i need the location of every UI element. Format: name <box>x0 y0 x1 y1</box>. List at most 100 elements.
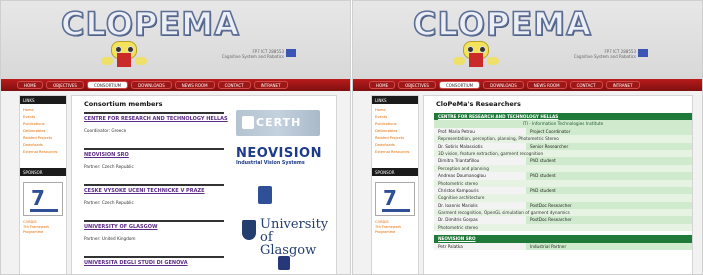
glasgow-logo-text: University of Glasgow <box>260 217 329 258</box>
sponsor-caption: CORDIS 7th Framework Programme <box>375 220 418 235</box>
researchers-page: CLOPEMA FP7 ICT 288553 Cognitive System … <box>352 0 703 275</box>
table-row: Dr. Sotiris Malassiotis Senior Researcher <box>434 142 692 150</box>
sidebar-link-deliverables[interactable]: Deliverables <box>23 128 63 135</box>
nav-contact[interactable]: CONTACT <box>569 81 603 89</box>
clopema-logo[interactable]: CLOPEMA <box>60 4 240 44</box>
robot-mascot-icon <box>453 41 499 73</box>
sponsor-header: SPONSOR <box>372 168 418 176</box>
page-title: CloPeMa's Researchers <box>436 100 521 108</box>
sidebar-link-events[interactable]: Events <box>23 114 63 121</box>
table-row: Dimitra Triantafillou PhD student <box>434 157 692 165</box>
consortium-page: CLOPEMA FP7 ICT 288553 Cognitive System … <box>0 0 351 275</box>
researcher-topics: 3D vision, feature extraction, garment r… <box>434 149 692 158</box>
researcher-topics: Representation, perception, planning, Ph… <box>434 135 692 143</box>
fp7-text: FP7 ICT 288553 Cognitive System and Robo… <box>574 49 636 59</box>
sidebar-link-deliverables[interactable]: Deliverables <box>375 128 415 135</box>
researcher-name: Dimitra Triantafillou <box>434 157 526 165</box>
ctu-logo-icon[interactable] <box>236 182 320 208</box>
sidebar-link-downloads[interactable]: Downloads <box>375 142 415 149</box>
researcher-name: Dr. Sotiris Malassiotis <box>434 142 526 150</box>
nav-intranet[interactable]: INTRANET <box>253 81 288 89</box>
glasgow-logo[interactable]: University of Glasgow <box>236 218 328 257</box>
researcher-name: Christos Kampouris <box>434 186 526 195</box>
member-entry: UNIVERSITY OF GLASGOW Partner: United Ki… <box>84 218 334 257</box>
researcher-role: PostDoc Researcher <box>526 201 692 210</box>
researcher-topics: Cognitive architecture <box>434 194 692 202</box>
nav-consortium[interactable]: CONSORTIUM <box>86 81 129 89</box>
table-row: Petr Palatka Industrial Partner <box>434 242 692 251</box>
researcher-role: PhD student <box>526 186 692 195</box>
fp7-link[interactable]: 7th Framework Programme <box>375 225 418 235</box>
eu-flag-icon <box>286 49 296 57</box>
researcher-name: Prof. Maria Petrou <box>434 127 526 136</box>
genoa-logo-icon[interactable] <box>236 254 320 274</box>
nav-objectives[interactable]: OBJECTIVES <box>398 81 436 89</box>
member-entry: UNIVERSITA DEGLI STUDI DI GENOVA <box>84 256 334 270</box>
member-entry: NEOVISION SRO Partner: Czech Republic NE… <box>84 146 334 172</box>
neovision-logo-subtitle: Industrial Vision Systems <box>236 161 305 166</box>
main-nav: HOME OBJECTIVES CONSORTIUM DOWNLOADS NEW… <box>1 79 350 91</box>
nav-home[interactable]: HOME <box>369 81 396 89</box>
fp7-logo-icon[interactable]: 7 <box>23 182 63 216</box>
sidebar-link-external-resources[interactable]: External Resources <box>375 149 415 156</box>
nav-contact[interactable]: CONTACT <box>217 81 251 89</box>
researchers-table: CENTRE FOR RESEARCH AND TECHNOLOGY HELLA… <box>434 113 692 251</box>
nav-intranet[interactable]: INTRANET <box>605 81 640 89</box>
researcher-name: Andreas Doumanoglou <box>434 172 526 180</box>
researcher-name: Dr. Dimitris Gorpas <box>434 216 526 224</box>
org-header-link[interactable]: NEOVISION SRO <box>434 235 692 243</box>
researcher-name: Petr Palatka <box>434 242 526 251</box>
links-header: LINKS <box>372 96 418 104</box>
nav-news-room[interactable]: NEWS ROOM <box>526 81 567 89</box>
screenshot: CLOPEMA FP7 ICT 288553 Cognitive System … <box>0 0 703 275</box>
nav-news-room[interactable]: NEWS ROOM <box>174 81 215 89</box>
sidebar-link-related-projects[interactable]: Related Projects <box>23 135 63 142</box>
site-header: CLOPEMA FP7 ICT 288553 Cognitive System … <box>1 1 350 79</box>
sidebar-link-events[interactable]: Events <box>375 114 415 121</box>
sidebar-link-external-resources[interactable]: External Resources <box>23 149 63 156</box>
researcher-topics: Photometric stereo <box>434 179 692 187</box>
certh-logo[interactable]: CERTH <box>236 110 320 136</box>
sidebar-link-home[interactable]: Home <box>23 107 63 114</box>
researcher-topics: Perception and planning <box>434 164 692 173</box>
clopema-logo[interactable]: CLOPEMA <box>412 4 592 44</box>
sidebar-link-publications[interactable]: Publications <box>23 121 63 128</box>
researcher-role: PostDoc Researcher <box>526 216 692 224</box>
fp7-programme: Cognitive System and Robotics <box>573 54 636 59</box>
main-content: CloPeMa's Researchers CENTRE FOR RESEARC… <box>423 95 693 274</box>
researcher-role: Project Coordinator <box>526 127 692 136</box>
certh-logo-text: CERTH <box>256 116 302 129</box>
sidebar-link-downloads[interactable]: Downloads <box>23 142 63 149</box>
fp7-text: FP7 ICT 288553 Cognitive System and Robo… <box>222 49 284 59</box>
sponsor-caption: CORDIS 7th Framework Programme <box>23 220 66 235</box>
page-title: Consortium members <box>84 100 163 108</box>
fp7-programme: Cognitive System and Robotics <box>221 54 284 59</box>
sidebar-link-related-projects[interactable]: Related Projects <box>375 135 415 142</box>
sidebar-link-home[interactable]: Home <box>375 107 415 114</box>
fp7-link[interactable]: 7th Framework Programme <box>23 225 66 235</box>
member-entry: CESKE VYSOKE UCENI TECHNICKE V PRAZE Par… <box>84 184 334 205</box>
researcher-role: PhD student <box>526 172 692 180</box>
table-row: Dr. Ioannis Mariolis PostDoc Researcher <box>434 201 692 210</box>
nav-consortium[interactable]: CONSORTIUM <box>438 81 481 89</box>
neovision-logo-text: NEOVISION <box>236 146 322 161</box>
site-header: CLOPEMA FP7 ICT 288553 Cognitive System … <box>353 1 702 79</box>
fp7-logo-icon[interactable]: 7 <box>375 182 415 216</box>
nav-home[interactable]: HOME <box>17 81 44 89</box>
neovision-logo[interactable]: NEOVISION Industrial Vision Systems <box>236 146 322 172</box>
links-list: Home Events Publications Deliverables Re… <box>372 104 418 159</box>
sidebar: LINKS Home Events Publications Deliverab… <box>19 95 67 274</box>
nav-downloads[interactable]: DOWNLOADS <box>131 81 172 89</box>
divider <box>84 184 224 186</box>
sidebar: LINKS Home Events Publications Deliverab… <box>371 95 419 274</box>
researcher-role: Industrial Partner <box>526 242 692 251</box>
table-row: Christos Kampouris PhD student <box>434 186 692 195</box>
table-row: Andreas Doumanoglou PhD student <box>434 172 692 180</box>
eu-flag-icon <box>638 49 648 57</box>
org-header-link[interactable]: CENTRE FOR RESEARCH AND TECHNOLOGY HELLA… <box>434 113 692 121</box>
divider <box>84 112 224 114</box>
nav-downloads[interactable]: DOWNLOADS <box>483 81 524 89</box>
sidebar-link-publications[interactable]: Publications <box>375 121 415 128</box>
main-content: Consortium members CENTRE FOR RESEARCH A… <box>71 95 337 274</box>
nav-objectives[interactable]: OBJECTIVES <box>46 81 84 89</box>
